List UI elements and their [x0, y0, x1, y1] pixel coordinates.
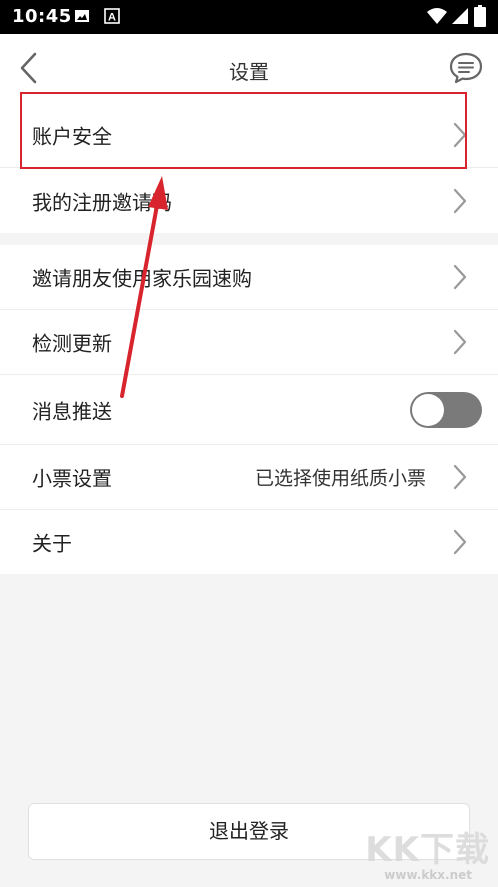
settings-item-label: 检测更新	[32, 331, 112, 356]
receipt-setting-value: 已选择使用纸质小票	[254, 467, 426, 490]
settings-item-label: 消息推送	[32, 399, 112, 423]
settings-item-receipt-settings[interactable]: 小票设置 已选择使用纸质小票	[0, 445, 498, 510]
toggle-knob	[412, 393, 444, 426]
page-title: 设置	[229, 60, 269, 84]
settings-item-label: 小票设置	[32, 466, 112, 491]
wifi-icon	[427, 8, 447, 24]
status-bar: 10:45 A	[0, 0, 498, 34]
chevron-right-icon	[453, 264, 467, 290]
push-notifications-toggle[interactable]	[410, 391, 482, 428]
settings-item-label: 邀请朋友使用家乐园速购	[32, 266, 252, 291]
signal-icon	[452, 8, 468, 24]
settings-item-invite-friends[interactable]: 邀请朋友使用家乐园速购	[0, 245, 498, 310]
highlight-box-annotation	[20, 92, 467, 169]
watermark-url: www.kkx.net	[384, 868, 472, 882]
chevron-right-icon	[453, 188, 467, 213]
settings-item-check-update[interactable]: 检测更新	[0, 310, 498, 375]
settings-item-about[interactable]: 关于	[0, 510, 498, 574]
watermark-logo: KK下载	[365, 830, 490, 870]
settings-item-invite-code[interactable]: 我的注册邀请码	[0, 168, 498, 233]
image-icon	[75, 10, 89, 22]
chevron-right-icon	[453, 464, 467, 490]
app-a-icon: A	[104, 8, 120, 24]
chevron-right-icon	[453, 529, 467, 555]
svg-text:A: A	[108, 12, 116, 24]
settings-item-label: 关于	[32, 531, 72, 556]
settings-item-push-notifications: 消息推送	[0, 375, 498, 445]
message-bubble-icon[interactable]	[448, 50, 484, 86]
battery-icon	[474, 5, 486, 27]
settings-item-label: 我的注册邀请码	[32, 190, 172, 214]
status-time: 10:45	[12, 6, 72, 27]
chevron-right-icon	[453, 329, 467, 355]
